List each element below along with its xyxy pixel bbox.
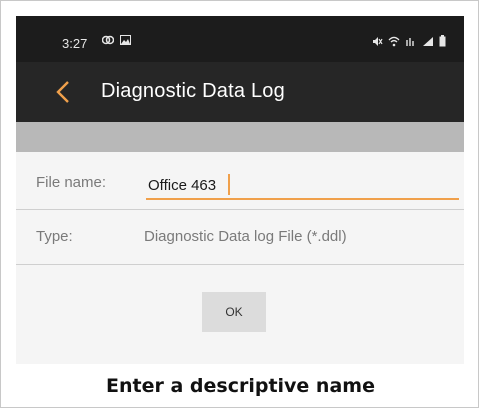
figure-caption: Enter a descriptive name <box>106 375 375 397</box>
notification-icon <box>102 35 114 45</box>
ok-button[interactable]: OK <box>202 292 266 332</box>
status-time: 3:27 <box>62 36 88 51</box>
phone-screen: 3:27 Diagnostic Data Log File name: Offi… <box>16 16 464 364</box>
figure-frame: 3:27 Diagnostic Data Log File name: Offi… <box>0 0 479 408</box>
chevron-left-icon <box>56 81 69 103</box>
text-cursor <box>228 174 230 195</box>
type-value: Diagnostic Data log File (*.ddl) <box>144 228 347 245</box>
file-name-label: File name: <box>36 174 107 191</box>
back-button[interactable] <box>52 78 76 106</box>
file-name-row: File name: <box>16 152 464 204</box>
status-right-icons <box>372 35 446 47</box>
page-title: Diagnostic Data Log <box>101 80 285 102</box>
wifi-icon <box>388 36 400 46</box>
log-form: File name: Type: Diagnostic Data log Fil… <box>16 152 464 364</box>
file-name-input[interactable] <box>146 172 459 200</box>
type-label: Type: <box>36 228 73 245</box>
status-bar: 3:27 <box>16 16 464 62</box>
type-row: Type: Diagnostic Data log File (*.ddl) <box>16 210 464 264</box>
status-left-icons <box>102 35 131 45</box>
network-icon <box>406 37 414 46</box>
row-divider <box>16 264 464 265</box>
signal-icon <box>423 36 433 46</box>
app-toolbar: Diagnostic Data Log <box>16 62 464 122</box>
battery-icon <box>439 35 446 47</box>
section-header-band <box>16 122 464 152</box>
mute-icon <box>373 36 383 46</box>
image-icon <box>120 35 131 45</box>
